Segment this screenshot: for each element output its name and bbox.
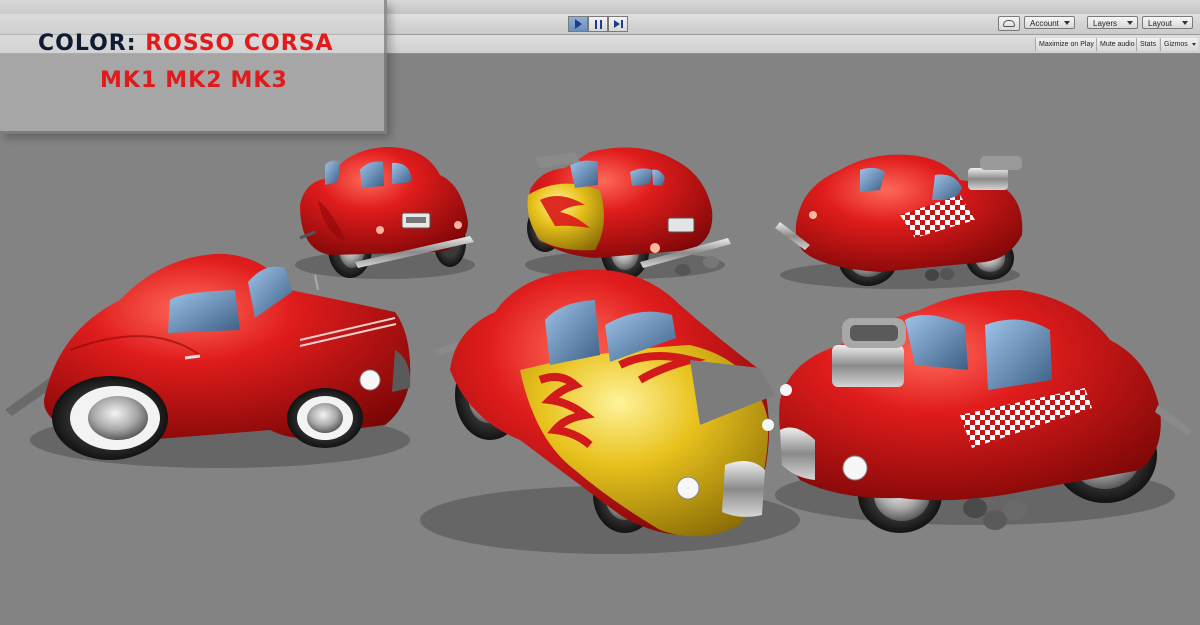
account-label: Account xyxy=(1030,19,1059,28)
layers-label: Layers xyxy=(1093,19,1118,28)
chevron-down-icon xyxy=(1127,21,1133,25)
step-button[interactable] xyxy=(608,16,628,32)
play-button[interactable] xyxy=(568,16,588,32)
playback-controls xyxy=(568,16,628,32)
play-icon xyxy=(574,19,582,29)
gizmos-label: Gizmos xyxy=(1164,41,1188,48)
mute-audio-toggle[interactable]: Mute audio xyxy=(1096,38,1138,51)
color-key: COLOR: xyxy=(38,31,137,56)
variant-mk3[interactable]: MK3 xyxy=(231,68,288,93)
variant-mk1[interactable]: MK1 xyxy=(100,68,157,93)
layers-dropdown[interactable]: Layers xyxy=(1087,16,1138,29)
stats-toggle[interactable]: Stats xyxy=(1136,38,1159,51)
car-mk1-side[interactable] xyxy=(5,253,411,460)
chevron-down-icon xyxy=(1182,21,1188,25)
chevron-down-icon xyxy=(1064,21,1070,25)
chevron-down-icon xyxy=(1191,43,1196,46)
color-value: ROSSO CORSA xyxy=(145,31,334,56)
variant-mk2[interactable]: MK2 xyxy=(165,68,222,93)
color-heading: COLOR: ROSSO CORSA xyxy=(38,31,334,56)
maximize-on-play-toggle[interactable]: Maximize on Play xyxy=(1035,38,1097,51)
account-dropdown[interactable]: Account xyxy=(1024,16,1075,29)
collab-button[interactable] xyxy=(998,16,1020,31)
cloud-icon xyxy=(1003,20,1015,27)
variant-list: MK1 MK2 MK3 xyxy=(100,68,296,93)
pause-icon xyxy=(594,19,602,29)
color-info-panel: COLOR: ROSSO CORSA MK1 MK2 MK3 xyxy=(0,0,387,134)
layout-dropdown[interactable]: Layout xyxy=(1142,16,1193,29)
step-icon xyxy=(613,20,623,28)
layout-label: Layout xyxy=(1148,19,1173,28)
gizmos-dropdown[interactable]: Gizmos xyxy=(1160,38,1198,51)
pause-button[interactable] xyxy=(588,16,608,32)
